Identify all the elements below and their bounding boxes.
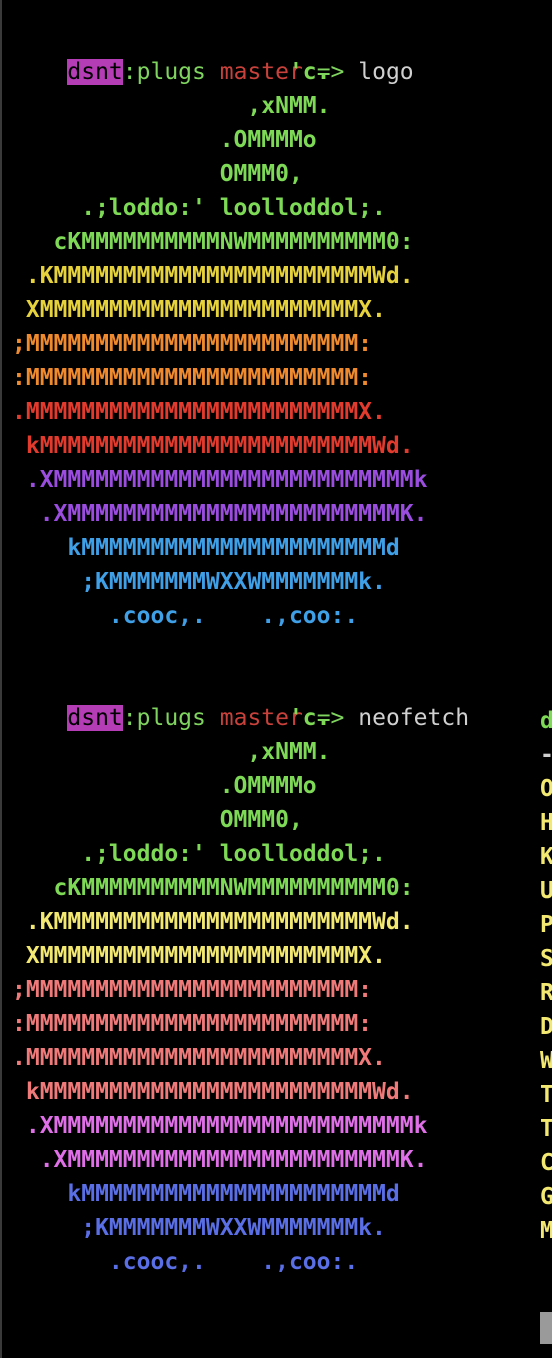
logo-line: cKMMMMMMMMMMNWMMMMMMMMMM0: <box>12 229 414 255</box>
logo-line: .;loddo:' loolloddol;. <box>12 195 386 221</box>
command-text: neofetch <box>358 705 470 731</box>
logo-line: .OMMMMo <box>12 773 317 799</box>
logo-line: .MMMMMMMMMMMMMMMMMMMMMMMMX. <box>12 399 386 425</box>
logo-line: kMMMMMMMMMMMMMMMMMMMMMMd <box>12 1181 400 1207</box>
info-separator: - <box>540 738 552 772</box>
logo-line: .KMMMMMMMMMMMMMMMMMMMMMMMWd. <box>12 263 414 289</box>
info-key: U <box>540 878 552 904</box>
prompt-line-neofetch: dsnt:plugs master => neofetch <box>12 667 469 731</box>
logo-line: .;loddo:' loolloddol;. <box>12 841 386 867</box>
info-key: R <box>540 980 552 1006</box>
info-key: T <box>540 1116 552 1142</box>
logo-line: .KMMMMMMMMMMMMMMMMMMMMMMMWd. <box>12 909 414 935</box>
prompt-line-logo: dsnt:plugs master => logo <box>12 21 414 85</box>
logo-line: 'c. <box>12 59 331 85</box>
logo-line: ;KMMMMMMMWXXWMMMMMMMk. <box>12 1215 386 1241</box>
info-key: S <box>540 946 552 972</box>
logo-line: kMMMMMMMMMMMMMMMMMMMMMMd <box>12 535 400 561</box>
info-key: P <box>540 912 552 938</box>
info-key: C <box>540 1150 552 1176</box>
info-key: M <box>540 1218 552 1244</box>
logo-line: OMMM0, <box>12 161 303 187</box>
logo-line: .XMMMMMMMMMMMMMMMMMMMMMMMMMMk <box>12 1113 428 1139</box>
logo-line: .XMMMMMMMMMMMMMMMMMMMMMMMMK. <box>12 1147 428 1173</box>
info-key: D <box>540 1014 552 1040</box>
logo-line: kMMMMMMMMMMMMMMMMMMMMMMMMWd. <box>12 1079 414 1105</box>
logo-line: :MMMMMMMMMMMMMMMMMMMMMMMM: <box>12 1011 373 1037</box>
logo-line: XMMMMMMMMMMMMMMMMMMMMMMMX. <box>12 943 386 969</box>
logo-line: .cooc,. .,coo:. <box>12 1249 359 1275</box>
logo-line: :MMMMMMMMMMMMMMMMMMMMMMMM: <box>12 365 373 391</box>
info-key: H <box>540 810 552 836</box>
logo-line: .cooc,. .,coo:. <box>12 603 359 629</box>
info-key: T <box>540 1082 552 1108</box>
neofetch-info-column: d-OHKUPSRDWTTCGM <box>540 704 552 1248</box>
logo-line: .XMMMMMMMMMMMMMMMMMMMMMMMMMMk <box>12 467 428 493</box>
info-key: K <box>540 844 552 870</box>
info-key: W <box>540 1048 552 1074</box>
logo-line: kMMMMMMMMMMMMMMMMMMMMMMMMWd. <box>12 433 414 459</box>
info-title: d <box>540 708 552 734</box>
info-key: O <box>540 776 552 802</box>
logo-line: ,xNMM. <box>12 93 331 119</box>
logo-line: .XMMMMMMMMMMMMMMMMMMMMMMMMK. <box>12 501 428 527</box>
command-text: logo <box>358 59 414 85</box>
logo-line: cKMMMMMMMMMMNWMMMMMMMMMM0: <box>12 875 414 901</box>
logo-line: ;MMMMMMMMMMMMMMMMMMMMMMMM: <box>12 977 373 1003</box>
info-key: G <box>540 1184 552 1210</box>
logo-line: .MMMMMMMMMMMMMMMMMMMMMMMMX. <box>12 1045 386 1071</box>
window-edge <box>0 0 2 1358</box>
logo-line: 'c. <box>12 705 331 731</box>
logo-line: .OMMMMo <box>12 127 317 153</box>
logo-line: XMMMMMMMMMMMMMMMMMMMMMMMX. <box>12 297 386 323</box>
logo-line: OMMM0, <box>12 807 303 833</box>
terminal-window[interactable]: dsnt:plugs master => logo 'c. ,xNMM. .OM… <box>0 0 552 1358</box>
logo-line: ;KMMMMMMMWXXWMMMMMMMk. <box>12 569 386 595</box>
terminal-cursor <box>540 1312 552 1344</box>
logo-line: ,xNMM. <box>12 739 331 765</box>
logo-line: ;MMMMMMMMMMMMMMMMMMMMMMMM: <box>12 331 373 357</box>
